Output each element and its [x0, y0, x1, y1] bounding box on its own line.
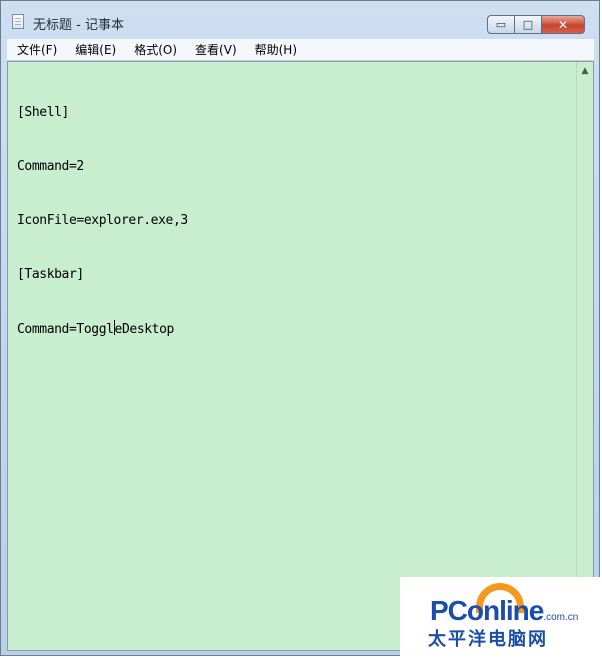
text-line: IconFile=explorer.exe,3	[17, 213, 188, 228]
watermark-brand-name: PConline	[430, 595, 544, 626]
menu-file[interactable]: 文件(F)	[9, 41, 65, 58]
window-title: 无标题 - 记事本	[33, 18, 124, 33]
text-after-caret: eDesktop	[114, 322, 175, 337]
pconline-watermark: PConline.com.cn 太平洋电脑网	[400, 577, 602, 658]
caption-buttons: ▭ □ ✕	[487, 15, 585, 35]
notepad-icon	[12, 14, 24, 29]
text-editor[interactable]: [Shell] Command=2 IconFile=explorer.exe,…	[7, 61, 594, 651]
watermark-chinese: 太平洋电脑网	[428, 629, 548, 650]
menu-help[interactable]: 帮助(H)	[247, 41, 305, 58]
watermark-suffix: .com.cn	[543, 612, 579, 623]
minimize-icon: ▭	[495, 18, 507, 31]
close-button[interactable]: ✕	[541, 15, 585, 34]
scroll-up-button[interactable]: ▲	[577, 66, 593, 82]
text-content[interactable]: [Shell] Command=2 IconFile=explorer.exe,…	[17, 68, 573, 650]
arrow-up-icon: ▲	[581, 66, 589, 76]
text-line-with-caret: Command=ToggleDesktop	[17, 320, 573, 338]
minimize-button[interactable]: ▭	[487, 15, 514, 34]
menu-edit[interactable]: 编辑(E)	[67, 41, 124, 58]
text-line: [Taskbar]	[17, 267, 84, 282]
watermark-brand: PConline.com.cn	[430, 595, 578, 627]
notepad-window: 无标题 - 记事本 ▭ □ ✕ 文件(F) 编辑(E) 格式(O) 查看(V) …	[0, 0, 600, 656]
maximize-button[interactable]: □	[514, 15, 541, 34]
text-before-caret: Command=Toggl	[17, 322, 114, 337]
vertical-scrollbar[interactable]: ▲	[576, 62, 593, 650]
text-line: [Shell]	[17, 105, 69, 120]
title-bar[interactable]: 无标题 - 记事本 ▭ □ ✕	[1, 1, 599, 39]
menu-view[interactable]: 查看(V)	[187, 41, 245, 58]
text-line: Command=2	[17, 159, 84, 174]
close-icon: ✕	[557, 17, 569, 32]
menu-format[interactable]: 格式(O)	[126, 41, 185, 58]
maximize-icon: □	[522, 18, 534, 31]
menu-bar: 文件(F) 编辑(E) 格式(O) 查看(V) 帮助(H)	[7, 39, 594, 61]
